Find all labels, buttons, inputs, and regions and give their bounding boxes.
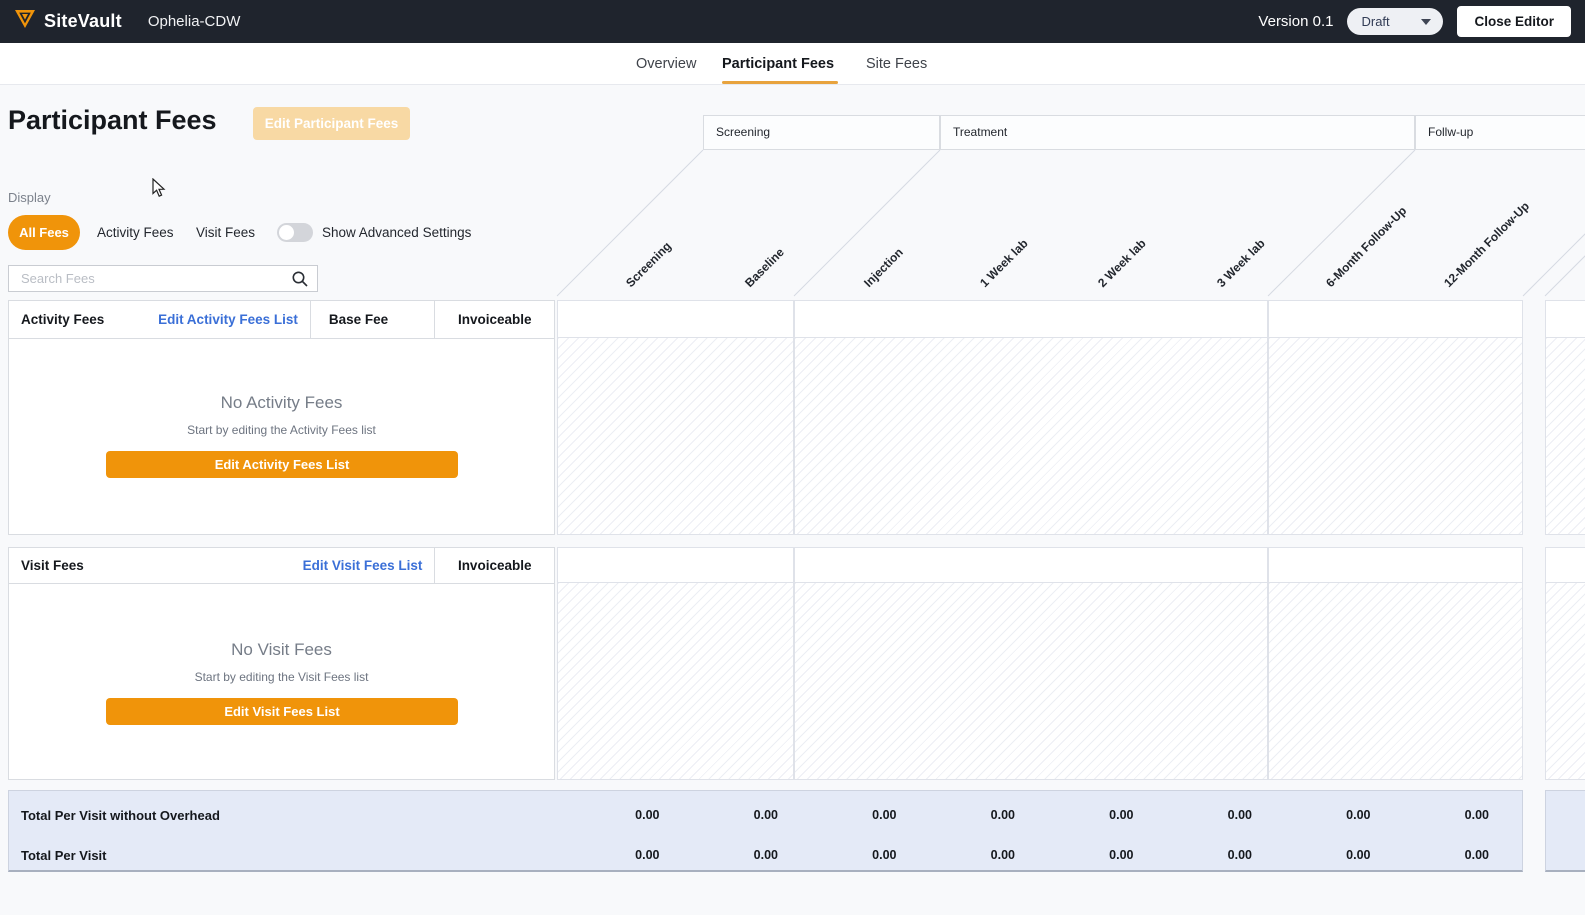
group-header-treatment: Treatment <box>940 115 1415 150</box>
group-header-followup: Follw-up <box>1415 115 1585 150</box>
display-label: Display <box>8 190 51 205</box>
search-input[interactable] <box>9 266 289 291</box>
status-dropdown[interactable]: Draft <box>1347 8 1443 35</box>
total-value: 0.00 <box>914 848 1033 862</box>
cut-column-visit-header <box>1545 547 1585 583</box>
visit-label-screening: Screening <box>623 239 674 290</box>
no-visit-fees-title: No Visit Fees <box>9 640 554 660</box>
visit-grid-header-screening <box>557 547 794 583</box>
close-editor-button[interactable]: Close Editor <box>1457 6 1571 37</box>
visit-fees-panel: Visit Fees Edit Visit Fees List Invoicea… <box>8 547 555 780</box>
page-title: Participant Fees <box>8 105 217 136</box>
visit-grid-header-treatment <box>794 547 1268 583</box>
activity-grid-header-treatment <box>794 300 1268 338</box>
totals-row-label: Total Per Visit without Overhead <box>9 808 558 823</box>
activity-fees-panel: Activity Fees Edit Activity Fees List Ba… <box>8 300 555 535</box>
filter-all-fees[interactable]: All Fees <box>8 215 80 250</box>
total-value: 0.00 <box>558 808 677 822</box>
edit-activity-fees-list-link[interactable]: Edit Activity Fees List <box>158 312 310 327</box>
visit-grid-body-screening <box>557 582 794 780</box>
no-visit-fees-subtitle: Start by editing the Visit Fees list <box>9 670 554 684</box>
total-value: 0.00 <box>914 808 1033 822</box>
total-value: 0.00 <box>1269 808 1388 822</box>
total-value: 0.00 <box>558 848 677 862</box>
status-value: Draft <box>1361 14 1389 29</box>
brand-name: SiteVault <box>44 11 122 32</box>
cut-column-visit-body <box>1545 582 1585 780</box>
total-value: 0.00 <box>795 848 914 862</box>
cut-column-totals <box>1545 790 1585 872</box>
filter-activity-fees[interactable]: Activity Fees <box>97 215 174 250</box>
filter-visit-fees[interactable]: Visit Fees <box>196 215 255 250</box>
sitevault-logo-icon <box>14 9 36 34</box>
no-activity-fees-subtitle: Start by editing the Activity Fees list <box>9 423 554 437</box>
group-header-screening: Screening <box>703 115 940 150</box>
total-value: 0.00 <box>1388 808 1507 822</box>
cut-column-activity-body <box>1545 337 1585 535</box>
column-header-invoiceable: Invoiceable <box>434 301 554 338</box>
total-per-visit-row: Total Per Visit 0.00 0.00 0.00 0.00 0.00… <box>9 835 1522 875</box>
total-value: 0.00 <box>677 808 796 822</box>
top-bar: SiteVault Ophelia-CDW Version 0.1 Draft … <box>0 0 1585 43</box>
search-icon[interactable] <box>291 270 309 293</box>
activity-grid-body-screening <box>557 337 794 535</box>
total-value: 0.00 <box>1388 848 1507 862</box>
activity-grid-header-followup <box>1268 300 1523 338</box>
chevron-down-icon <box>1421 19 1431 25</box>
total-value: 0.00 <box>1032 848 1151 862</box>
visit-label-1-week-lab: 1 Week lab <box>977 236 1031 290</box>
tab-overview[interactable]: Overview <box>636 43 696 85</box>
edit-visit-fees-list-link[interactable]: Edit Visit Fees List <box>303 558 435 573</box>
advanced-settings-toggle[interactable] <box>277 223 313 242</box>
visit-label-2-week-lab: 2 Week lab <box>1095 236 1149 290</box>
visit-label-3-week-lab: 3 Week lab <box>1214 236 1268 290</box>
visit-label-baseline: Baseline <box>742 245 787 290</box>
total-value: 0.00 <box>1151 808 1270 822</box>
total-value: 0.00 <box>1151 848 1270 862</box>
total-value: 0.00 <box>1032 808 1151 822</box>
study-name: Ophelia-CDW <box>148 13 241 30</box>
visit-label-injection: Injection <box>861 245 906 290</box>
search-box <box>8 265 318 292</box>
no-activity-fees-title: No Activity Fees <box>9 393 554 413</box>
tab-participant-fees[interactable]: Participant Fees <box>722 43 834 85</box>
tab-bar: Overview Participant Fees Site Fees <box>0 43 1585 85</box>
advanced-settings-label: Show Advanced Settings <box>322 215 471 250</box>
visit-grid-body-treatment <box>794 582 1268 780</box>
participant-fees-page: Participant Fees Edit Participant Fees S… <box>0 85 1585 915</box>
total-value: 0.00 <box>795 808 914 822</box>
activity-grid-body-treatment <box>794 337 1268 535</box>
activity-fees-title: Activity Fees <box>9 312 104 327</box>
visit-grid-body-followup <box>1268 582 1523 780</box>
cut-column-activity-header <box>1545 300 1585 338</box>
active-tab-underline <box>722 81 838 84</box>
mouse-cursor <box>152 178 166 203</box>
visit-grid-header-followup <box>1268 547 1523 583</box>
tab-site-fees[interactable]: Site Fees <box>866 43 927 85</box>
visit-label-6-month-followup: 6-Month Follow-Up <box>1323 204 1409 290</box>
total-value: 0.00 <box>677 848 796 862</box>
visit-fees-title: Visit Fees <box>9 558 84 573</box>
toggle-knob <box>279 225 294 240</box>
column-header-invoiceable-visit: Invoiceable <box>434 548 554 583</box>
total-value: 0.00 <box>1269 848 1388 862</box>
edit-activity-fees-list-button[interactable]: Edit Activity Fees List <box>106 451 458 478</box>
edit-visit-fees-list-button[interactable]: Edit Visit Fees List <box>106 698 458 725</box>
visit-label-12-month-followup: 12-Month Follow-Up <box>1441 199 1532 290</box>
total-per-visit-without-overhead-row: Total Per Visit without Overhead 0.00 0.… <box>9 795 1522 835</box>
activity-grid-body-followup <box>1268 337 1523 535</box>
version-label: Version 0.1 <box>1258 13 1333 30</box>
brand: SiteVault <box>0 9 122 34</box>
activity-grid-header-screening <box>557 300 794 338</box>
totals-row-label: Total Per Visit <box>9 848 558 863</box>
totals-bar: Total Per Visit without Overhead 0.00 0.… <box>8 790 1523 872</box>
column-header-base-fee: Base Fee <box>310 301 435 338</box>
edit-participant-fees-button[interactable]: Edit Participant Fees <box>253 107 410 140</box>
